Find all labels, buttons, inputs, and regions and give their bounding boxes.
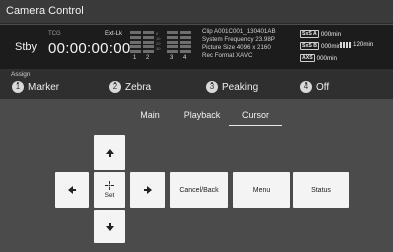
audio-meters: 0 10 20 30 1 2 3 4 [130,31,194,61]
left-arrow-icon [68,186,76,194]
assign-item-label: Peaking [222,81,259,93]
down-button[interactable] [94,210,125,243]
system-frequency: System Frequency 23.98P [202,36,275,43]
recording-status: Stby [15,41,38,53]
menu-button[interactable]: Menu [233,172,290,208]
meter-channel-label: 3 [170,55,174,61]
battery-remaining: 120min [353,41,374,48]
cancel-back-button[interactable]: Cancel/Back [170,172,228,208]
crosshair-icon [105,181,114,190]
battery-icon [340,41,351,48]
assign-button-1[interactable]: 1 Marker [12,80,59,94]
assign-number-icon: 3 [206,81,218,93]
picture-size: Picture Size 4096 x 2160 [202,44,271,51]
left-button[interactable] [55,172,89,208]
battery-status: 120min [340,41,373,48]
media-slot-label: SxS A [300,30,319,38]
media-status: SxS A 000min SxS B 000min AXS 000min [300,28,341,64]
clip-name: Clip A001C001_130401AB [202,28,276,35]
media-remaining: 000min [320,30,342,38]
audio-meter-ch1 [130,31,141,53]
title-bar: Camera Control [0,0,393,24]
timecode-value: 00:00:00:00 [48,40,131,57]
status-panel: Stby TCG Ext-Lk 00:00:00:00 0 10 20 30 1… [0,25,393,69]
assign-button-2[interactable]: 2 Zebra [109,80,151,94]
audio-meter-ch2 [143,31,154,53]
assign-button-4[interactable]: 4 Off [300,80,329,94]
media-remaining: 000min [321,42,342,50]
meter-scale: 0 10 20 30 [156,31,161,51]
media-slot-a: SxS A 000min [300,28,341,40]
assign-number-icon: 2 [109,81,121,93]
set-label: Set [104,192,115,199]
media-slot-label: AXS [300,54,315,62]
audio-meter-ch3 [167,31,178,53]
tab-cursor[interactable]: Cursor [229,110,282,126]
media-slot-b: SxS B 000min [300,40,341,52]
assign-button-3[interactable]: 3 Peaking [206,80,258,94]
meter-channel-label: 1 [133,55,137,61]
assign-number-icon: 1 [12,81,24,93]
window-title: Camera Control [6,5,84,17]
audio-meter-ch4 [180,31,191,53]
meter-channel-label: 2 [146,55,150,61]
tab-playback[interactable]: Playback [182,110,222,126]
clip-info: Clip A001C001_130401AB System Frequency … [202,28,297,60]
right-arrow-icon [143,186,152,194]
assign-number-icon: 4 [300,81,312,93]
tab-main[interactable]: Main [138,110,162,126]
timecode-display: TCG Ext-Lk 00:00:00:00 [48,31,130,63]
media-remaining: 000min [316,54,337,62]
down-arrow-icon [105,222,114,231]
ext-lock-indicator: Ext-Lk [104,31,122,37]
meter-channel-label: 4 [183,55,187,61]
up-button[interactable] [94,135,125,170]
rec-format: Rec Format XAVC [202,52,253,59]
media-slot-label: SxS B [300,42,319,50]
assign-label: Assign [11,71,31,78]
media-slot-axs: AXS 000min [300,52,341,64]
status-button[interactable]: Status [293,172,349,208]
tab-bar: Main Playback Cursor [0,110,393,126]
assign-item-label: Off [316,81,330,93]
set-button[interactable]: Set [94,172,125,208]
assign-item-label: Marker [28,81,60,93]
up-arrow-icon [105,148,114,157]
timecode-label: TCG [48,31,61,37]
assign-section: Assign 1 Marker 2 Zebra 3 Peaking 4 Off [0,69,393,99]
right-button[interactable] [130,172,165,208]
assign-item-label: Zebra [125,81,152,93]
